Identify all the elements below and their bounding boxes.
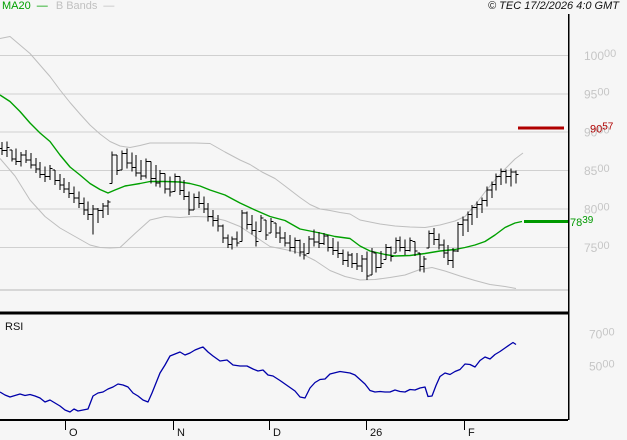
- rsi-label: RSI: [5, 321, 23, 333]
- legend-bbands-label: B Bands: [55, 0, 98, 12]
- legend-ma20-line-swatch: —: [36, 0, 48, 12]
- time-tick-label-N: N: [177, 427, 185, 439]
- chart-canvas: 100009500900085008000750090577839RSI7000…: [0, 0, 627, 440]
- copyright-text: © TEC 17/2/2026 4:0 GMT: [488, 0, 619, 12]
- time-tick-label-O: O: [69, 427, 78, 439]
- time-tick-label-D: D: [273, 427, 281, 439]
- time-tick-label-26: 26: [370, 427, 382, 439]
- time-tick-label-F: F: [468, 427, 475, 439]
- chart-legend: MA20 — B Bands —: [2, 0, 119, 13]
- legend-bbands-line-swatch: —: [103, 0, 114, 12]
- panel-separator: [0, 311, 568, 315]
- legend-ma20-label: MA20: [2, 0, 31, 12]
- stock-chart: 10000 9500 9000 8500 8000 7500 9057 7839 RSI 7000…: [0, 0, 627, 440]
